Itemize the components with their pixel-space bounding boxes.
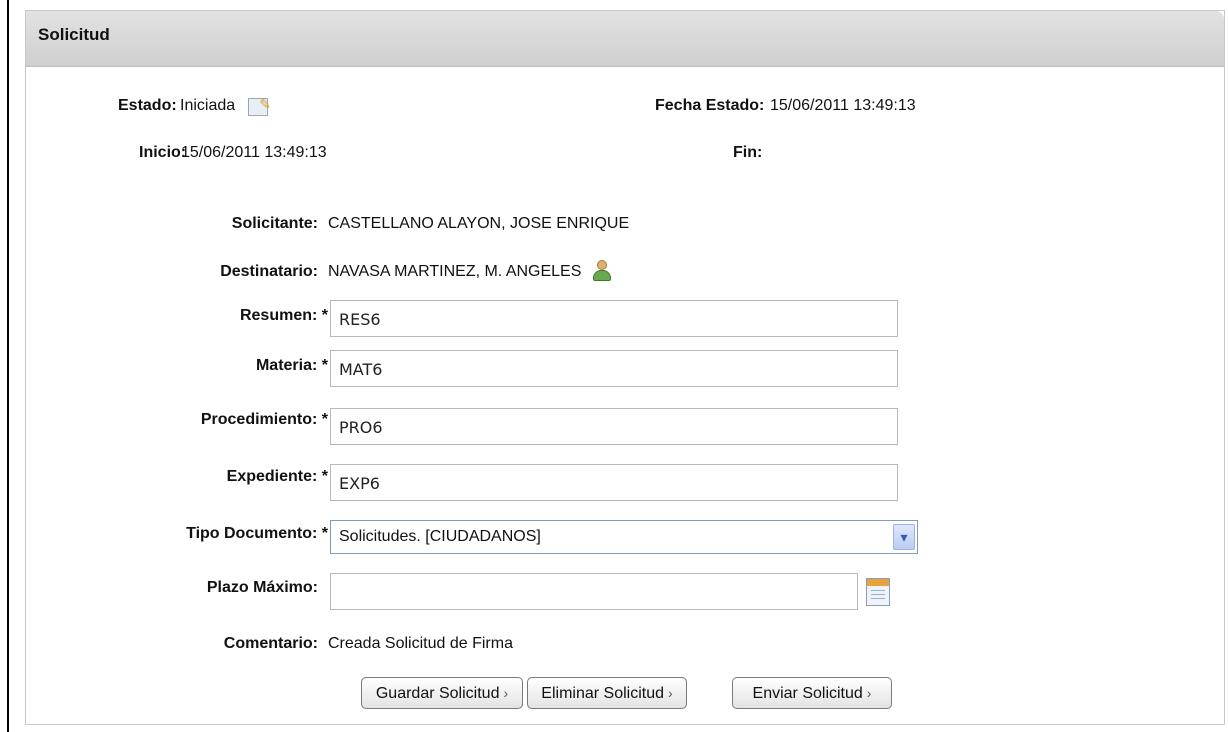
solicitante-label: Solicitante: (231, 215, 318, 232)
left-border (7, 0, 9, 732)
inicio-label: Inicio: (139, 144, 187, 161)
chevron-down-icon[interactable]: ▾ (893, 524, 915, 550)
panel-title: Solicitud (26, 11, 1224, 67)
calendar-icon[interactable] (866, 578, 890, 606)
tipo-documento-select[interactable]: Solicitudes. [CIUDADANOS] ▾ (330, 520, 918, 554)
fecha-estado-label: Fecha Estado: (655, 97, 765, 114)
chevron-right-icon: › (668, 685, 673, 701)
fin-label: Fin: (733, 144, 763, 161)
solicitante-value: CASTELLANO ALAYON, JOSE ENRIQUE (328, 215, 630, 232)
comentario-value: Creada Solicitud de Firma (328, 635, 513, 652)
expediente-input[interactable]: EXP6 (330, 464, 898, 501)
materia-label: Materia: * (255, 357, 328, 374)
guardar-label: Guardar Solicitud (375, 685, 500, 702)
plazo-maximo-label: Plazo Máximo: (206, 579, 318, 596)
edit-icon[interactable]: ✎ (248, 96, 271, 116)
destinatario-label: Destinatario: (220, 263, 318, 280)
plazo-maximo-input[interactable] (330, 573, 858, 610)
enviar-solicitud-button[interactable]: Enviar Solicitud › (732, 677, 892, 709)
estado-value: Iniciada (180, 97, 236, 114)
resumen-input[interactable]: RES6 (330, 300, 898, 337)
inicio-value: 15/06/2011 13:49:13 (181, 144, 327, 161)
guardar-solicitud-button[interactable]: Guardar Solicitud › (361, 677, 523, 709)
tipo-documento-label: Tipo Documento: * (186, 525, 328, 542)
eliminar-label: Eliminar Solicitud (541, 685, 665, 702)
destinatario-value: NAVASA MARTINEZ, M. ANGELES (328, 263, 582, 280)
eliminar-solicitud-button[interactable]: Eliminar Solicitud › (527, 677, 687, 709)
chevron-right-icon: › (503, 685, 509, 701)
chevron-right-icon: › (866, 685, 872, 701)
tipo-documento-value: Solicitudes. [CIUDADANOS] (339, 528, 541, 545)
fecha-estado-value: 15/06/2011 13:49:13 (770, 97, 916, 114)
materia-input[interactable]: MAT6 (330, 350, 898, 387)
comentario-label: Comentario: (223, 635, 318, 652)
enviar-label: Enviar Solicitud (752, 685, 863, 702)
estado-label: Estado: (118, 97, 177, 114)
user-icon[interactable] (592, 260, 614, 282)
procedimiento-input[interactable]: PRO6 (330, 408, 898, 445)
expediente-label: Expediente: * (226, 468, 328, 485)
resumen-label: Resumen: * (239, 307, 328, 324)
procedimiento-label: Procedimiento: * (200, 411, 328, 428)
